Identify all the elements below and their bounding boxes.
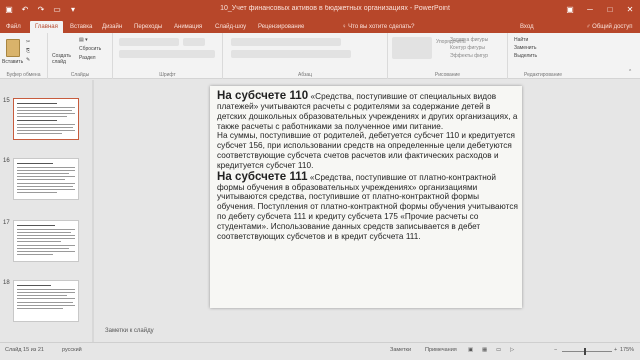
status-bar: Слайд 15 из 21 русский Заметки Примечани… bbox=[0, 342, 640, 360]
redo-icon[interactable]: ↷ bbox=[36, 4, 46, 15]
group-label-clipboard: Буфер обмена bbox=[6, 72, 41, 78]
slide-thumbnail[interactable] bbox=[13, 98, 79, 140]
paste-icon[interactable] bbox=[6, 39, 20, 57]
close-button[interactable]: ✕ bbox=[620, 0, 640, 20]
tab-file[interactable]: Файл bbox=[6, 21, 21, 33]
pane-splitter[interactable] bbox=[92, 80, 94, 342]
share-button[interactable]: ♂ Общий доступ bbox=[586, 21, 632, 33]
group-label-slides: Слайды bbox=[70, 72, 90, 78]
new-slide-button[interactable]: Создать слайд bbox=[52, 53, 76, 65]
paragraph-subaccount-110-entries: На суммы, поступившие от родителей, дебе… bbox=[217, 131, 516, 170]
tab-home[interactable]: Главная bbox=[30, 21, 63, 33]
font-name-box[interactable] bbox=[119, 38, 179, 46]
group-label-editing: Редактирование bbox=[523, 72, 563, 78]
replace-button[interactable]: Заменить bbox=[514, 45, 536, 51]
slide-number: 17 bbox=[3, 220, 10, 226]
zoom-in-icon[interactable]: + bbox=[614, 347, 617, 353]
undo-icon[interactable]: ↶ bbox=[20, 4, 30, 15]
sign-in-link[interactable]: Вход bbox=[520, 21, 534, 33]
slide-thumbnail[interactable] bbox=[13, 158, 79, 200]
save-icon[interactable]: ▣ bbox=[4, 4, 14, 15]
tab-insert[interactable]: Вставка bbox=[70, 21, 92, 33]
zoom-slider-knob[interactable] bbox=[584, 348, 586, 355]
slide-thumbnail[interactable] bbox=[13, 280, 79, 322]
normal-view-icon[interactable]: ▣ bbox=[468, 347, 473, 353]
quick-access-toolbar: ▣ ↶ ↷ ▭ ▾ bbox=[4, 4, 78, 15]
minimize-button[interactable]: ─ bbox=[580, 0, 600, 20]
notes-placeholder[interactable]: Заметки к слайду bbox=[105, 328, 154, 334]
document-title: 10_Учет финансовых активов в бюджетных о… bbox=[220, 5, 450, 12]
find-button[interactable]: Найти bbox=[514, 37, 528, 43]
ribbon-tabs: Файл Главная Вставка Дизайн Переходы Ани… bbox=[0, 20, 640, 33]
slide-sorter-icon[interactable]: ▦ bbox=[482, 347, 487, 353]
section-button[interactable]: Раздел bbox=[79, 55, 96, 61]
shape-fill-button[interactable]: Заливка фигуры bbox=[450, 37, 488, 43]
heading-subaccount-110: На субсчете 110 bbox=[217, 90, 309, 102]
tab-animations[interactable]: Анимация bbox=[174, 21, 202, 33]
zoom-out-icon[interactable]: − bbox=[554, 347, 557, 353]
group-editing: Найти Заменить Выделить Редактирование bbox=[508, 33, 578, 79]
notes-toggle[interactable]: Заметки bbox=[390, 347, 411, 353]
group-label-paragraph: Абзац bbox=[297, 72, 313, 78]
copy-icon[interactable]: ⎘ bbox=[26, 48, 30, 54]
shapes-gallery[interactable] bbox=[392, 37, 432, 59]
select-button[interactable]: Выделить bbox=[514, 53, 537, 59]
list-buttons[interactable] bbox=[231, 38, 341, 46]
group-slides: Создать слайд ▤ ▾ Сбросить Раздел Слайды bbox=[48, 33, 113, 79]
slideshow-icon[interactable]: ▷ bbox=[510, 347, 514, 353]
slide-text-box[interactable]: На субсчете 110 «Средства, поступившие о… bbox=[217, 90, 519, 241]
group-paragraph: Абзац bbox=[223, 33, 388, 79]
group-clipboard: Вставить ✂ ⎘ ✎ Буфер обмена bbox=[0, 33, 48, 79]
font-size-box[interactable] bbox=[183, 38, 205, 46]
tab-review[interactable]: Рецензирование bbox=[258, 21, 304, 33]
heading-subaccount-111: На субсчете 111 bbox=[217, 170, 308, 183]
zoom-slider[interactable] bbox=[562, 351, 612, 352]
alignment-buttons[interactable] bbox=[231, 50, 351, 58]
language-indicator[interactable]: русский bbox=[62, 347, 82, 353]
reset-button[interactable]: Сбросить bbox=[79, 46, 101, 52]
ribbon-display-options-icon[interactable]: ▣ bbox=[560, 0, 580, 20]
slide-number: 15 bbox=[3, 98, 10, 104]
format-painter-icon[interactable]: ✎ bbox=[26, 57, 30, 63]
zoom-level[interactable]: 175% bbox=[620, 347, 634, 353]
slide-thumbnail[interactable] bbox=[13, 220, 79, 262]
maximize-button[interactable]: □ bbox=[600, 0, 620, 20]
tab-design[interactable]: Дизайн bbox=[102, 21, 122, 33]
tell-me-search[interactable]: ♀ Что вы хотите сделать? bbox=[342, 21, 415, 33]
group-drawing: Упорядочить Заливка фигуры Контур фигуры… bbox=[388, 33, 508, 79]
shape-effects-button[interactable]: Эффекты фигур bbox=[450, 53, 488, 59]
slide-number: 18 bbox=[3, 280, 10, 286]
title-bar: ▣ ↶ ↷ ▭ ▾ 10_Учет финансовых активов в б… bbox=[0, 0, 640, 20]
slide-canvas[interactable]: На субсчете 110 «Средства, поступившие о… bbox=[210, 86, 522, 308]
layout-button[interactable]: ▤ ▾ bbox=[79, 37, 88, 43]
cut-icon[interactable]: ✂ bbox=[26, 39, 30, 45]
window-controls: ▣ ─ □ ✕ bbox=[560, 0, 640, 20]
slide-thumbnails-pane: 15 16 17 18 bbox=[0, 80, 92, 342]
paste-button[interactable]: Вставить bbox=[2, 59, 23, 65]
powerpoint-window: ▣ ↶ ↷ ▭ ▾ 10_Учет финансовых активов в б… bbox=[0, 0, 640, 360]
comments-toggle[interactable]: Примечания bbox=[425, 347, 457, 353]
body-subaccount-111: «Средства, поступившие от платно-контрак… bbox=[217, 172, 519, 241]
slide-counter: Слайд 15 из 21 bbox=[5, 347, 44, 353]
collapse-ribbon-icon[interactable]: ⌃ bbox=[628, 69, 632, 75]
group-font: Шрифт bbox=[113, 33, 223, 79]
group-label-font: Шрифт bbox=[159, 72, 176, 78]
customize-qat-icon[interactable]: ▾ bbox=[68, 4, 78, 15]
tab-transitions[interactable]: Переходы bbox=[134, 21, 162, 33]
ribbon: Вставить ✂ ⎘ ✎ Буфер обмена Создать слай… bbox=[0, 33, 640, 79]
tab-slideshow[interactable]: Слайд-шоу bbox=[215, 21, 246, 33]
slide-number: 16 bbox=[3, 158, 10, 164]
paragraph-subaccount-111: На субсчете 111 «Средства, поступившие о… bbox=[217, 171, 519, 242]
paragraph-subaccount-110: На субсчете 110 «Средства, поступившие о… bbox=[217, 90, 519, 131]
reading-view-icon[interactable]: ▭ bbox=[496, 347, 501, 353]
font-format-buttons[interactable] bbox=[119, 50, 215, 58]
group-label-drawing: Рисование bbox=[434, 72, 461, 78]
shape-outline-button[interactable]: Контур фигуры bbox=[450, 45, 485, 51]
start-from-beginning-icon[interactable]: ▭ bbox=[52, 4, 62, 15]
